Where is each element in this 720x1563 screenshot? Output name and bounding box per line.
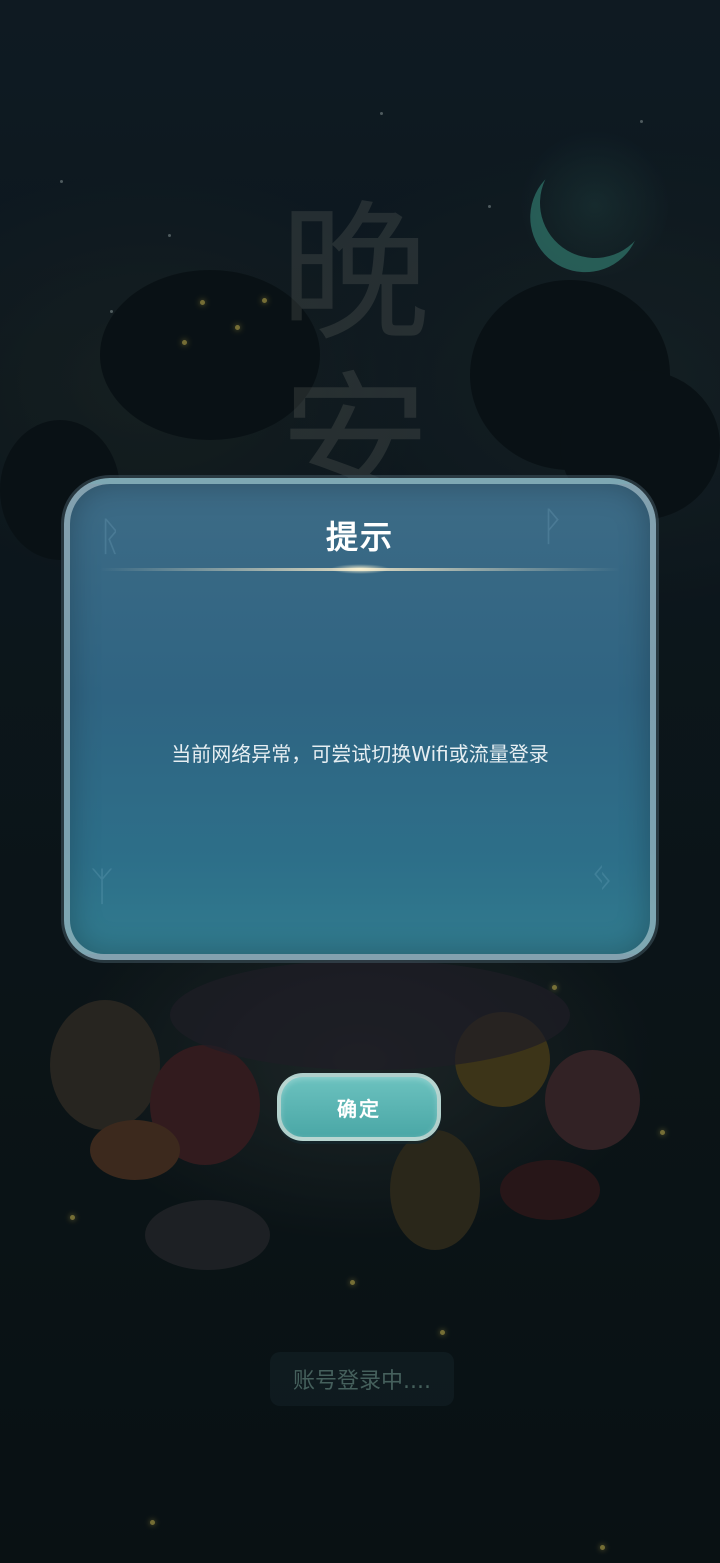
- dialog-title: 提示: [325, 518, 394, 556]
- confirm-button[interactable]: 确定: [277, 1073, 441, 1141]
- decorative-rune-icon: ᛉ: [90, 864, 114, 910]
- login-status-text: 账号登录中....: [270, 1352, 454, 1406]
- decorative-rune-icon: ᛃ: [590, 854, 614, 900]
- network-error-dialog: ᚱ ᚹ ᛉ ᛃ 提示 当前网络异常，可尝试切换Wifi或流量登录: [64, 478, 656, 960]
- title-divider: [100, 564, 620, 574]
- dialog-message: 当前网络异常，可尝试切换Wifi或流量登录: [171, 742, 549, 766]
